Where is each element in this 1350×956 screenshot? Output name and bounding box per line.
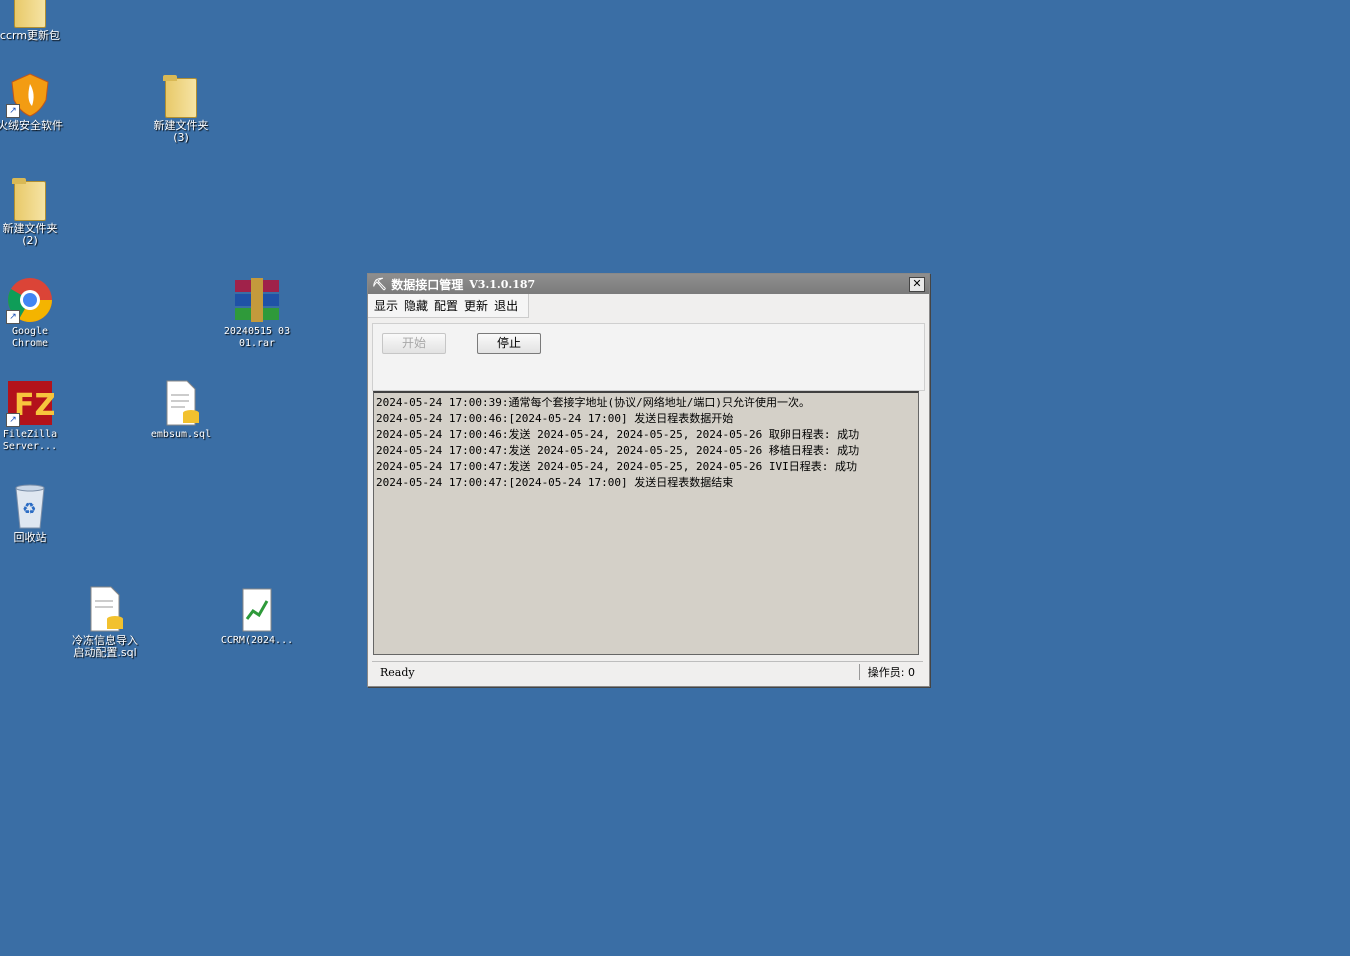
folder-icon [157,70,205,118]
desktop-icon-ccrm-2024[interactable]: CCRM(2024... [217,585,297,647]
log-panel[interactable]: 2024-05-24 17:00:39:通常每个套接字地址(协议/网络地址/端口… [373,391,919,655]
icon-label: ccrm更新包 [0,29,61,42]
desktop-icon-security[interactable]: ↗ 火绒安全软件 [0,70,70,132]
menu-item-update[interactable]: 更新 [464,297,488,314]
shortcut-arrow-icon: ↗ [6,104,20,118]
log-line: 2024-05-24 17:00:47:发送 2024-05-24, 2024-… [376,460,857,473]
shield-icon: ↗ [6,70,54,118]
icon-label: 新建文件夹 (2) [2,222,58,247]
icon-label: 回收站 [13,531,47,544]
desktop-icon-embsum[interactable]: embsum.sql [141,379,221,441]
window-version: V3.1.0.187 [469,277,536,291]
desktop-icon-ccrm-update[interactable]: ccrm更新包 [0,0,70,42]
menu-item-show[interactable]: 显示 [374,297,398,314]
app-icon: ⛏ [372,277,388,291]
log-line: 2024-05-24 17:00:47:[2024-05-24 17:00] 发… [376,476,734,489]
data-interface-window: ⛏ 数据接口管理 V3.1.0.187 ✕ 显示 隐藏 配置 更新 退出 开始 … [367,273,930,687]
status-text: Ready [380,665,415,679]
desktop-icon-recycle[interactable]: ♻ 回收站 [0,482,70,544]
shortcut-arrow-icon: ↗ [6,310,20,324]
icon-label: CCRM(2024... [220,635,294,646]
desktop-icon-filezilla[interactable]: FZ ↗ FileZilla Server... [0,379,70,453]
menu-bar: 显示 隐藏 配置 更新 退出 [368,294,529,318]
winrar-icon [233,276,281,324]
start-button[interactable]: 开始 [382,333,446,354]
desktop-icon-new-folder-2[interactable]: 新建文件夹 (2) [0,173,70,247]
sql-file-icon [157,379,205,427]
log-line: 2024-05-24 17:00:47:发送 2024-05-24, 2024-… [376,444,860,457]
window-titlebar[interactable]: ⛏ 数据接口管理 V3.1.0.187 ✕ [368,274,929,294]
icon-label: embsum.sql [150,429,212,440]
log-line: 2024-05-24 17:00:39:通常每个套接字地址(协议/网络地址/端口… [376,396,810,409]
chrome-icon: ↗ [6,276,54,324]
icon-label: 火绒安全软件 [0,119,63,132]
menu-item-config[interactable]: 配置 [434,297,458,314]
svg-text:FZ: FZ [14,388,54,423]
close-icon[interactable]: ✕ [909,276,925,292]
recycle-bin-icon: ♻ [6,482,54,530]
folder-icon [6,173,54,221]
chart-file-icon [233,585,281,633]
operator-label: 操作员: 0 [858,664,923,680]
desktop-icon-chrome[interactable]: ↗ Google Chrome [0,276,70,350]
stop-button[interactable]: 停止 [477,333,541,354]
log-line: 2024-05-24 17:00:46:[2024-05-24 17:00] 发… [376,412,734,425]
menu-item-hide[interactable]: 隐藏 [404,297,428,314]
icon-label: 20240515 03 01.rar [223,326,291,349]
icon-label: FileZilla Server... [2,429,58,452]
log-line: 2024-05-24 17:00:46:发送 2024-05-24, 2024-… [376,428,860,441]
desktop-icon-cold-sql[interactable]: 冷冻信息导入 启动配置.sql [65,585,145,659]
svg-text:♻: ♻ [22,499,36,518]
folder-icon [6,0,54,28]
status-bar: Ready 操作员: 0 [372,661,923,682]
desktop-icon-rar[interactable]: 20240515 03 01.rar [217,276,297,350]
sql-file-icon [81,585,129,633]
window-title: 数据接口管理 [391,277,464,292]
icon-label: 新建文件夹 (3) [153,119,209,144]
filezilla-icon: FZ ↗ [6,379,56,427]
icon-label: Google Chrome [11,326,49,349]
icon-label: 冷冻信息导入 启动配置.sql [72,634,138,659]
menu-item-exit[interactable]: 退出 [494,297,518,314]
control-panel: 开始 停止 [372,323,925,391]
shortcut-arrow-icon: ↗ [6,413,20,427]
desktop-icon-new-folder-3[interactable]: 新建文件夹 (3) [141,70,221,144]
